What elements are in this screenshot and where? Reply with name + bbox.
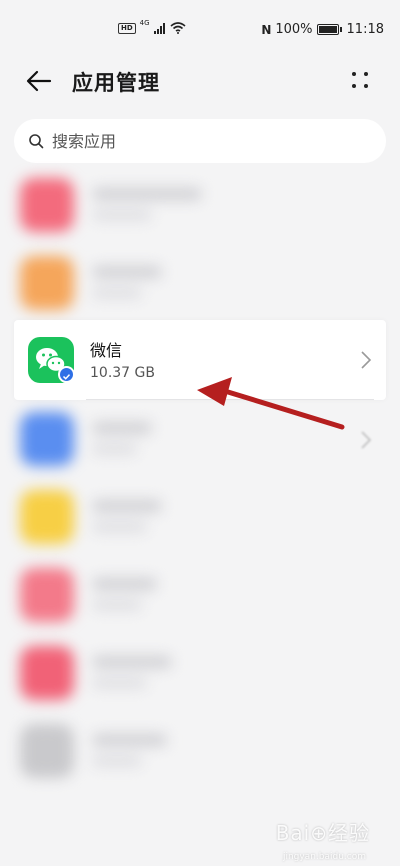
more-options-icon[interactable]	[350, 68, 372, 92]
row-divider	[86, 399, 374, 400]
signal-icon	[153, 22, 165, 34]
blurred-app-list	[0, 166, 400, 826]
verified-badge-icon	[58, 366, 75, 383]
list-item[interactable]	[0, 244, 400, 322]
list-item[interactable]	[0, 478, 400, 556]
battery-percent: 100%	[275, 22, 313, 37]
app-icon	[20, 568, 74, 622]
app-size: 10.37 GB	[90, 365, 155, 381]
hd-icon: HD	[118, 22, 136, 34]
battery-icon	[316, 24, 342, 35]
clock: 11:18	[346, 22, 384, 37]
app-icon	[20, 724, 74, 778]
watermark-url: jingyan.baidu.com	[282, 852, 366, 862]
search-icon	[29, 134, 44, 149]
wifi-icon	[170, 22, 186, 34]
network-type-label: 4G	[139, 19, 150, 27]
status-bar: HD 4G N 100% 11:18	[0, 0, 400, 56]
chevron-right-icon	[361, 431, 372, 449]
list-item-wechat[interactable]: 微信 10.37 GB	[14, 320, 386, 400]
nfc-icon: N	[261, 22, 272, 37]
status-right-group: N 100% 11:18	[261, 22, 384, 37]
back-arrow-icon[interactable]	[24, 66, 54, 96]
list-item[interactable]	[0, 400, 400, 478]
app-name: 微信	[90, 341, 123, 360]
app-icon	[20, 256, 74, 310]
app-icon	[20, 412, 74, 466]
status-left-group: HD 4G	[118, 19, 186, 34]
app-icon	[20, 178, 74, 232]
watermark-logo: Bai⊕经验	[275, 821, 370, 845]
list-item[interactable]	[0, 712, 400, 790]
page-title: 应用管理	[72, 71, 160, 95]
list-item[interactable]	[0, 166, 400, 244]
search-bar[interactable]	[14, 119, 386, 163]
list-item[interactable]	[0, 634, 400, 712]
chevron-right-icon	[361, 351, 372, 369]
app-icon	[20, 646, 74, 700]
list-item[interactable]	[0, 556, 400, 634]
app-icon	[20, 490, 74, 544]
search-input[interactable]	[52, 131, 352, 151]
app-header: 应用管理	[0, 56, 400, 106]
